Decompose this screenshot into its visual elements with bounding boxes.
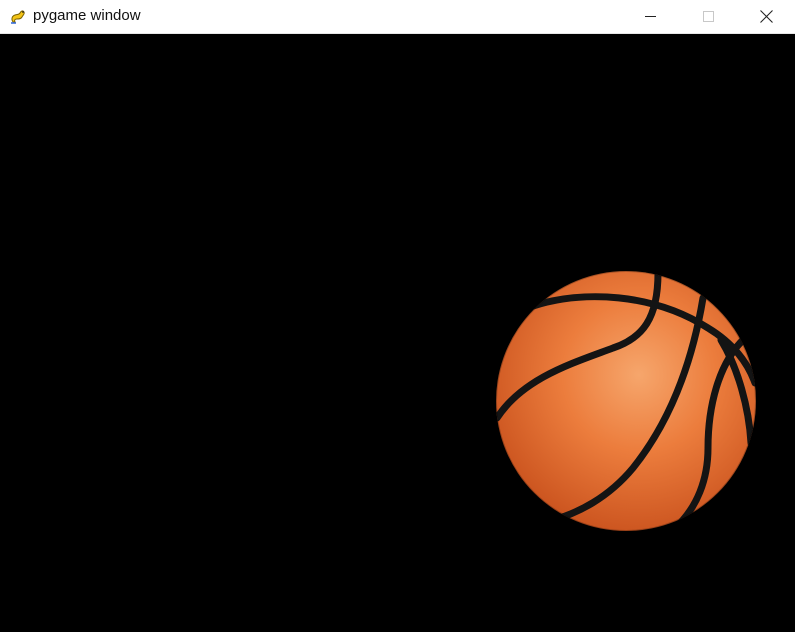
window-title: pygame window — [33, 7, 141, 24]
close-icon — [759, 10, 773, 23]
window-controls — [621, 0, 795, 33]
pygame-window: pygame window — [0, 0, 795, 632]
title-bar[interactable]: pygame window — [0, 0, 795, 34]
ball-body — [496, 271, 756, 531]
basketball-sprite — [495, 270, 757, 532]
close-button[interactable] — [737, 0, 795, 33]
maximize-button[interactable] — [679, 0, 737, 33]
minimize-icon — [644, 11, 656, 22]
game-canvas[interactable] — [0, 34, 795, 632]
minimize-button[interactable] — [621, 0, 679, 33]
pygame-snake-icon — [9, 7, 27, 25]
maximize-icon — [702, 11, 714, 22]
